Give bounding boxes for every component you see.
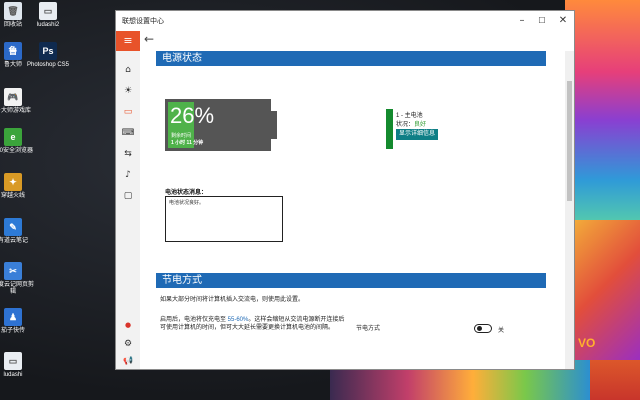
- power-saving-toggle[interactable]: [474, 324, 492, 333]
- crossfire-icon: ✦: [4, 173, 22, 191]
- title-bar: 联想设置中心 – ☐ ✕: [116, 11, 574, 31]
- youdao-note-icon: ✎: [4, 218, 22, 236]
- menu-icon[interactable]: ≡: [116, 31, 140, 51]
- content-pane: 电源状态 26% 剩余时间 1 小时 11 分钟 1 - 主电池 状况：良好 显…: [140, 51, 564, 369]
- qiezi-icon: ♟: [4, 308, 22, 326]
- brand-text: VO: [578, 336, 596, 350]
- power-saving-setting-label: 节电方式: [356, 326, 381, 332]
- settings-icon[interactable]: ⚙: [120, 336, 136, 352]
- settings-window: 联想设置中心 – ☐ ✕ ≡ ⌂ ☀ ▭ ⌨ ⇆ ♪ ▢ ● ⚙ 📢 ← 电源状…: [115, 10, 575, 370]
- user-icon[interactable]: ●: [120, 317, 136, 333]
- charge-range: 55-60%: [227, 317, 249, 323]
- sidebar: ≡ ⌂ ☀ ▭ ⌨ ⇆ ♪ ▢ ● ⚙ 📢: [116, 31, 140, 369]
- recycle-bin-icon: 🗑: [4, 2, 22, 20]
- desktop-icon-label: 穿越火线: [0, 193, 25, 199]
- ludashi-icon: 鲁: [4, 42, 22, 60]
- back-icon[interactable]: ←: [144, 32, 154, 46]
- desktop-icon-label: ludashi: [3, 372, 23, 378]
- display-icon[interactable]: ▢: [120, 188, 136, 204]
- desktop-icon[interactable]: ✦ 穿越火线: [0, 173, 36, 200]
- battery-state-label: 状况：: [396, 122, 415, 128]
- clip-icon: ✂: [4, 262, 22, 280]
- desktop-icon-label: Photoshop CS5: [26, 62, 70, 68]
- browser-360-icon: e: [4, 128, 22, 146]
- desktop-icon[interactable]: ♟ 茄子快传: [0, 308, 36, 335]
- folder-icon: ▭: [4, 352, 22, 370]
- minimize-button[interactable]: –: [512, 13, 532, 29]
- battery-state-value: 良好: [414, 122, 427, 128]
- gamepad-icon: 🎮: [4, 88, 22, 106]
- desktop-icon-label: 茄子快传: [0, 328, 25, 334]
- folder-icon: ▭: [39, 2, 57, 20]
- announce-icon[interactable]: 📢: [120, 353, 136, 369]
- scrollbar-thumb[interactable]: [567, 81, 572, 201]
- power-saving-header: 节电方式: [156, 273, 546, 288]
- status-message-label: 电池状态消息：: [165, 190, 208, 196]
- toggle-knob: [477, 326, 482, 331]
- brightness-icon[interactable]: ☀: [120, 83, 136, 99]
- battery-percent: 26%: [170, 103, 215, 128]
- home-icon[interactable]: ⌂: [120, 62, 136, 78]
- desktop-icon-label: 百度云记网页剪辑: [0, 282, 34, 295]
- desktop-icon[interactable]: ✎ 有道云笔记: [0, 218, 36, 245]
- desktop-icon[interactable]: ▭ ludashi: [0, 352, 36, 379]
- battery-tip: [271, 111, 277, 139]
- battery-indicator-bar: [386, 109, 393, 149]
- desktop-icon[interactable]: ✂ 百度云记网页剪辑: [0, 262, 36, 296]
- network-icon[interactable]: ⇆: [120, 146, 136, 162]
- audio-icon[interactable]: ♪: [120, 167, 136, 183]
- scrollbar[interactable]: [565, 51, 574, 369]
- close-button[interactable]: ✕: [553, 13, 573, 29]
- toggle-state-label: 关: [498, 328, 505, 334]
- desktop-icon-label: 360安全浏览器: [0, 148, 33, 154]
- desktop-icon[interactable]: e 360安全浏览器: [0, 128, 36, 155]
- battery-icon[interactable]: ▭: [120, 104, 136, 120]
- desktop-icon[interactable]: ▭ ludashi2: [25, 2, 71, 29]
- status-message-box: 电池状况良好。: [165, 196, 283, 242]
- remaining-time-label: 剩余时间: [171, 133, 192, 139]
- desktop-icon-label: 鲁大师游戏库: [0, 108, 31, 114]
- power-saving-description: 启用后，电池将仅充电至 55-60%。这样会缩短从交流电源断开连接后可使用计算机…: [160, 316, 350, 332]
- desktop-icon[interactable]: Ps Photoshop CS5: [25, 42, 71, 69]
- power-saving-intro: 如果大部分时间将计算机插入交流电，则使用此设置。: [160, 297, 305, 303]
- battery-state: 状况：良好: [396, 119, 426, 128]
- description-part1: 启用后，电池将仅充电至: [160, 317, 228, 323]
- status-message-text: 电池状况良好。: [169, 200, 205, 206]
- keyboard-icon[interactable]: ⌨: [120, 125, 136, 141]
- remaining-time-value: 1 小时 11 分钟: [171, 140, 204, 146]
- photoshop-icon: Ps: [39, 42, 57, 60]
- desktop-icon[interactable]: 🎮 鲁大师游戏库: [0, 88, 36, 115]
- power-status-header: 电源状态: [156, 51, 546, 66]
- show-details-button[interactable]: 显示详细信息: [396, 129, 439, 140]
- battery-name: 1 - 主电池: [396, 113, 423, 119]
- maximize-button[interactable]: ☐: [532, 13, 552, 29]
- desktop-icon-label: ludashi2: [36, 22, 60, 28]
- desktop-icon-label: 有道云笔记: [0, 238, 28, 244]
- window-title: 联想设置中心: [122, 18, 164, 25]
